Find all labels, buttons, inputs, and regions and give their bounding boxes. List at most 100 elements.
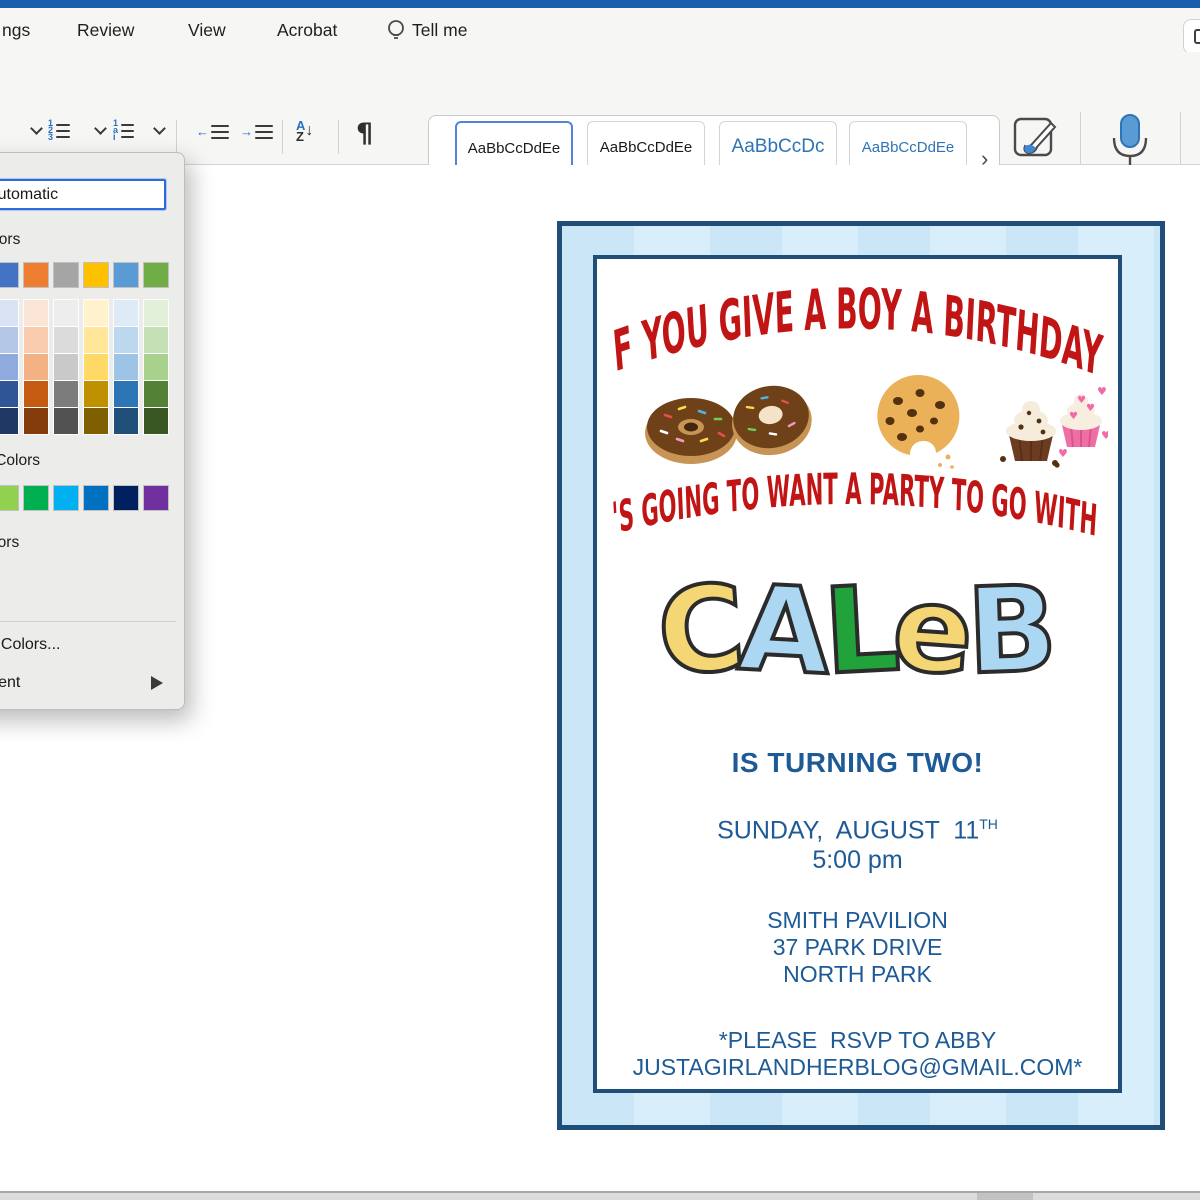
svg-text:♥: ♥ (1086, 403, 1095, 414)
color-variant-swatch[interactable] (84, 354, 108, 380)
venue-line: 37 PARK DRIVE (597, 934, 1118, 961)
svg-text:♥: ♥ (1077, 395, 1086, 406)
styles-pane-icon[interactable] (1011, 115, 1059, 163)
color-variant-swatch[interactable] (84, 300, 108, 326)
numbered-list-chevron-icon[interactable] (96, 128, 105, 133)
dictate-microphone-icon[interactable] (1108, 112, 1152, 170)
color-variant-swatch[interactable] (24, 381, 48, 407)
color-swatch[interactable] (144, 263, 168, 287)
partial-toolbar-button[interactable] (1183, 19, 1200, 54)
submenu-arrow-icon (151, 676, 163, 690)
color-variant-swatch[interactable] (144, 300, 168, 326)
color-variant-swatch[interactable] (54, 327, 78, 353)
color-variant-swatch[interactable] (24, 408, 48, 434)
color-variant-swatch[interactable] (0, 381, 18, 407)
color-variant-swatch[interactable] (24, 327, 48, 353)
name-letter: e (889, 568, 977, 691)
color-swatch[interactable] (114, 263, 138, 287)
color-swatch[interactable] (24, 263, 48, 287)
lightbulb-icon (385, 19, 407, 43)
decrease-indent-button[interactable]: ← (196, 124, 229, 139)
color-variant-swatch[interactable] (0, 354, 18, 380)
color-variant-swatch[interactable] (0, 408, 18, 434)
color-swatch[interactable] (54, 263, 78, 287)
tab-mailings-partial[interactable]: ngs (2, 8, 30, 52)
subtitle-text: IS TURNING TWO! (597, 747, 1118, 779)
recent-colors-label: Recent Colors (0, 534, 19, 552)
chevron-down-icon[interactable] (32, 128, 41, 133)
invitation-image[interactable]: IF YOU GIVE A BOY A BIRTHDAY, (557, 221, 1165, 1130)
ribbon-tab-bar: ngs Review View Acrobat Tell me (0, 8, 1200, 52)
name-letter: C (654, 568, 749, 692)
word-window: ngs Review View Acrobat Tell me 123 1ai … (0, 0, 1200, 1200)
color-variant-swatch[interactable] (84, 381, 108, 407)
color-variant-swatch[interactable] (114, 408, 138, 434)
cookie-icon (877, 375, 959, 469)
color-swatch[interactable] (24, 486, 48, 510)
multilevel-list-chevron-icon[interactable] (155, 128, 164, 133)
multilevel-list-button[interactable]: 1ai (113, 120, 134, 141)
font-color-dropdown: Automatic Theme Colors Standard Colors R… (0, 152, 185, 710)
color-swatch[interactable] (114, 486, 138, 510)
gradient-menu-item[interactable]: Gradient (0, 674, 20, 692)
color-variant-swatch[interactable] (54, 300, 78, 326)
status-strip (0, 1191, 1200, 1200)
color-variant-swatch[interactable] (84, 327, 108, 353)
color-swatch[interactable] (54, 486, 78, 510)
svg-text:♥: ♥ (1101, 429, 1108, 442)
color-variant-swatch[interactable] (144, 408, 168, 434)
name-letter: B (965, 569, 1059, 690)
time-text: 5:00 pm (597, 846, 1118, 875)
color-swatch[interactable] (0, 486, 18, 510)
treats-illustration: ♥♥♥ ♥♥♥ (603, 375, 1108, 471)
color-variant-swatch[interactable] (114, 327, 138, 353)
tab-tell-me[interactable]: Tell me (412, 8, 467, 52)
sort-button[interactable]: AZ ↓ (296, 120, 313, 142)
tab-review[interactable]: Review (77, 8, 134, 52)
venue-line: SMITH PAVILION (597, 907, 1118, 934)
color-variant-swatch[interactable] (114, 300, 138, 326)
title-bar (0, 0, 1200, 8)
color-variant-swatch[interactable] (144, 381, 168, 407)
color-variant-swatch[interactable] (114, 354, 138, 380)
svg-text:♥: ♥ (1097, 385, 1107, 398)
cupcake-icon: ♥♥♥ (1060, 394, 1102, 447)
svg-text:♥: ♥ (1069, 411, 1078, 422)
svg-text:IF YOU GIVE A BOY A BIRTHDAY,: IF YOU GIVE A BOY A BIRTHDAY, (598, 222, 1106, 390)
color-swatch[interactable] (0, 263, 18, 287)
color-swatch[interactable] (84, 263, 108, 287)
more-colors-menu-item[interactable]: More Colors... (0, 636, 60, 654)
color-variant-swatch[interactable] (144, 354, 168, 380)
color-variant-swatch[interactable] (0, 300, 18, 326)
increase-indent-button[interactable]: → (240, 124, 273, 139)
rsvp-line: *PLEASE RSVP TO ABBY (597, 1027, 1118, 1054)
standard-colors-label: Standard Colors (0, 452, 40, 470)
name-letter: A (736, 569, 833, 692)
show-paragraph-marks-button[interactable]: ¶ (356, 118, 373, 149)
color-variant-swatch[interactable] (54, 381, 78, 407)
numbered-list-button[interactable]: 123 (48, 120, 70, 141)
donut-icon (726, 380, 817, 462)
color-variant-swatch[interactable] (84, 408, 108, 434)
color-swatch[interactable] (84, 486, 108, 510)
svg-text:♥: ♥ (1058, 447, 1068, 460)
share-icon (1194, 29, 1200, 44)
menu-divider (0, 621, 176, 622)
color-variant-swatch[interactable] (0, 327, 18, 353)
color-variant-swatch[interactable] (144, 327, 168, 353)
color-variant-swatch[interactable] (114, 381, 138, 407)
color-variant-swatch[interactable] (24, 354, 48, 380)
headline-bottom: HE'S GOING TO WANT A PARTY TO GO WITH IT… (603, 463, 1108, 555)
tab-acrobat[interactable]: Acrobat (277, 8, 337, 52)
color-variant-swatch[interactable] (54, 408, 78, 434)
tab-view[interactable]: View (188, 8, 226, 52)
automatic-color-button[interactable]: Automatic (0, 179, 166, 210)
invitation-inner-panel: IF YOU GIVE A BOY A BIRTHDAY, (593, 255, 1122, 1093)
birthday-name: CALeB (597, 571, 1118, 689)
color-swatch[interactable] (144, 486, 168, 510)
color-variant-swatch[interactable] (24, 300, 48, 326)
scrollbar-segment[interactable] (977, 1193, 1033, 1200)
date-text: SUNDAY, AUGUST 11TH (597, 816, 1118, 845)
color-variant-swatch[interactable] (54, 354, 78, 380)
venue-line: NORTH PARK (597, 961, 1118, 988)
